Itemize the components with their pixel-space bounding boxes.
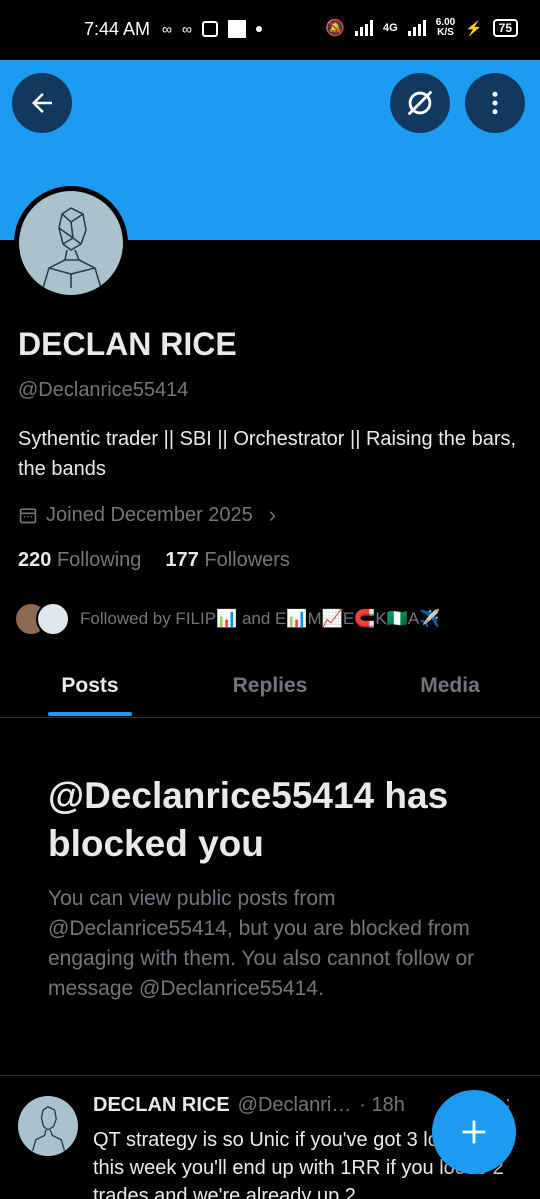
polygon-head-icon <box>31 1105 66 1151</box>
app-notification-icon-3 <box>201 21 218 37</box>
tab-media[interactable]: Media <box>360 660 540 717</box>
charging-icon: ⚡ <box>465 19 483 36</box>
joined-date[interactable]: Joined December 2025 › <box>18 502 276 528</box>
more-vertical-icon <box>492 91 498 115</box>
signal-icon <box>355 20 374 36</box>
grok-button[interactable] <box>390 73 450 133</box>
app-notification-icon-4 <box>227 20 246 38</box>
app-notification-icon: ∞ <box>162 21 172 37</box>
profile-tabs: Posts Replies Media <box>0 660 540 718</box>
blocked-title: @Declanrice55414 has blocked you <box>48 775 449 864</box>
avatar-image <box>19 191 123 295</box>
post-author-name[interactable]: DECLAN RICE <box>93 1094 230 1117</box>
post-time: · 18h <box>359 1094 405 1116</box>
notification-icons: ∞ ∞ <box>162 20 262 38</box>
active-tab-indicator <box>48 712 132 716</box>
followed-by-text: Followed by FILIP📊 and E📊M📈E🧲K🇳🇬A✈️ <box>80 609 441 628</box>
following-link[interactable]: 220 Following <box>18 549 141 572</box>
post-author-handle[interactable]: @Declanri… <box>238 1094 352 1117</box>
post-header: DECLAN RICE @Declanri… · 18h <box>93 1094 405 1117</box>
more-button[interactable] <box>465 73 525 133</box>
back-button[interactable] <box>12 73 72 133</box>
compose-button[interactable] <box>432 1090 516 1174</box>
status-time: 7:44 AM <box>84 19 151 39</box>
chevron-right-icon: › <box>268 502 277 527</box>
plus-icon <box>462 1120 486 1144</box>
more-notifications-icon <box>255 26 262 32</box>
followed-by[interactable]: Followed by FILIP📊 and E📊M📈E🧲K🇳🇬A✈️ <box>14 602 440 636</box>
tab-replies[interactable]: Replies <box>180 660 360 717</box>
calendar-icon <box>19 508 37 524</box>
blocked-description: You can view public posts from @Declanri… <box>48 887 475 1000</box>
grok-icon <box>407 90 433 116</box>
profile-bio: Sythentic trader || SBI || Orchestrator … <box>18 428 517 480</box>
network-type: 4G <box>383 22 398 34</box>
tab-posts[interactable]: Posts <box>0 660 180 717</box>
profile-avatar[interactable] <box>14 186 128 300</box>
polygon-head-icon <box>42 207 102 288</box>
signal-icon-2 <box>407 20 426 36</box>
net-speed: 6.00 K/S <box>435 17 456 38</box>
post-avatar[interactable] <box>18 1096 78 1156</box>
profile-name: DECLAN RICE <box>18 326 237 362</box>
followers-link[interactable]: 177 Followers <box>165 549 290 572</box>
follow-counts: 220 Following 177 Followers <box>18 549 290 572</box>
battery-icon: 75 <box>492 19 518 37</box>
system-icons: 🔕 4G 6.00 K/S ⚡ 75 <box>325 18 518 38</box>
mute-icon: 🔕 <box>325 20 346 37</box>
app-notification-icon-2: ∞ <box>181 21 192 37</box>
arrow-left-icon <box>32 93 52 113</box>
joined-text: Joined December 2025 <box>46 503 253 526</box>
status-bar: 7:44 AM ∞ ∞ 🔕 4G 6.00 K/S ⚡ 75 <box>0 0 540 60</box>
follower-avatar-2 <box>36 602 70 636</box>
profile-handle: @Declanrice55414 <box>18 379 189 401</box>
